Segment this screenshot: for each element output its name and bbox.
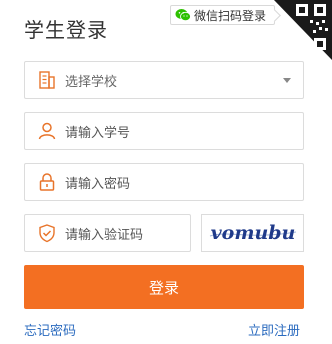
page-title: 学生登录 [24, 18, 108, 42]
wechat-login-label: 微信扫码登录 [194, 8, 267, 23]
building-icon [37, 70, 57, 90]
register-link[interactable]: 立即注册 [248, 320, 300, 339]
captcha-placeholder: 请输入验证码 [65, 227, 144, 243]
wechat-login-tip[interactable]: 微信扫码登录 [170, 5, 276, 25]
school-select[interactable]: 选择学校 [24, 61, 304, 99]
password-field[interactable]: 请输入密码 [24, 163, 304, 201]
lock-icon [37, 172, 57, 192]
captcha-field[interactable]: 请输入验证码 [24, 214, 191, 252]
captcha-image[interactable]: vomubu [201, 214, 304, 252]
login-panel: 学生登录 微信扫码登录 选择学校 请输入学号 请输入密码 请输入验证码 vomu… [0, 0, 332, 344]
school-select-value: 选择学校 [65, 74, 118, 90]
caret-down-icon[interactable] [283, 78, 291, 83]
forgot-password-link[interactable]: 忘记密码 [24, 320, 76, 339]
student-id-placeholder: 请输入学号 [65, 125, 131, 141]
student-id-field[interactable]: 请输入学号 [24, 112, 304, 150]
wechat-icon [175, 8, 191, 22]
qr-code-icon[interactable] [274, 0, 332, 60]
user-icon [37, 121, 57, 141]
login-button[interactable]: 登录 [24, 265, 304, 309]
shield-check-icon [37, 223, 57, 243]
password-placeholder: 请输入密码 [65, 176, 131, 192]
captcha-text: vomubu [210, 222, 295, 244]
